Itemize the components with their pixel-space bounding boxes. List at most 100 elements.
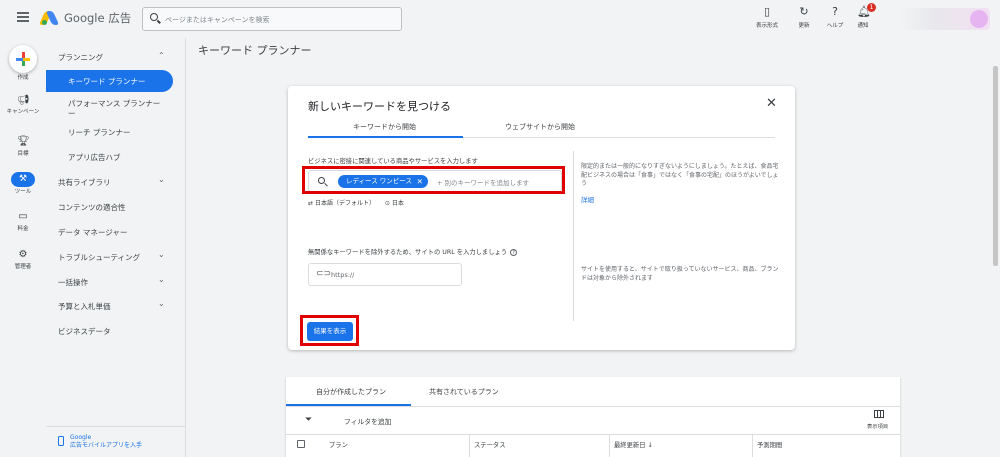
sidebar: プランニング ⌃ キーワード プランナー パフォーマンス プランナー ー リーチ… bbox=[46, 38, 186, 457]
create-button[interactable] bbox=[9, 45, 37, 73]
sidebar-item-troubleshooting[interactable]: トラブルシューティング bbox=[58, 252, 140, 263]
mobile-app-line2: 広告モバイルアプリを入手 bbox=[70, 442, 143, 449]
megaphone-icon[interactable]: 📢︎ bbox=[17, 95, 30, 107]
appearance-label: 表示形式 bbox=[755, 23, 778, 29]
notifications-button[interactable]: 🔔︎ 1 通知 bbox=[848, 3, 878, 29]
mobile-app-link[interactable]: Google 広告モバイルアプリを入手 bbox=[58, 434, 142, 450]
tab-start-with-keywords[interactable]: キーワードから開始 bbox=[353, 122, 416, 132]
sort-arrow-icon: ↓ bbox=[647, 442, 653, 449]
refresh-icon: ↻ bbox=[799, 5, 809, 18]
billing-icon[interactable]: ▭ bbox=[17, 211, 29, 223]
url-hint: サイトを使用すると、サイトで取り扱っていないサービス、商品、ブランドは対象から除… bbox=[581, 266, 779, 282]
tabs-divider bbox=[286, 406, 900, 407]
page-title: キーワード プランナー bbox=[198, 44, 312, 57]
chevron-down-icon[interactable]: ⌄ bbox=[158, 175, 165, 184]
help-label: ヘルプ bbox=[826, 23, 844, 29]
location-pin-icon: ⊙ bbox=[384, 200, 390, 207]
rail-item-campaigns[interactable]: キャンペーン bbox=[0, 109, 46, 116]
search-input[interactable]: ページまたはキャンペーンを検索 bbox=[142, 7, 402, 31]
help-icon[interactable]: ? bbox=[510, 249, 518, 256]
search-icon bbox=[150, 13, 158, 21]
sidebar-item-keyword-planner[interactable]: キーワード プランナー bbox=[46, 70, 173, 92]
close-icon[interactable]: ✕ bbox=[766, 96, 777, 111]
column-separator bbox=[752, 435, 753, 457]
location-selector[interactable]: 日本 bbox=[392, 200, 404, 207]
column-header-last-modified-label: 最終更新日 bbox=[614, 442, 646, 449]
account-switcher[interactable] bbox=[900, 8, 990, 30]
keyword-hint: 限定的または一般的になりすぎないようにしましょう。たとえば、食品宅配ビジネスの場… bbox=[581, 163, 779, 187]
products-field-label: ビジネスに密接に関連している商品やサービスを入力します bbox=[308, 158, 478, 165]
tab-shared-plans[interactable]: 共有されているプラン bbox=[429, 387, 499, 397]
url-field-label: 無関係なキーワードを除外するため、サイトの URL を入力しましょう? bbox=[308, 247, 518, 256]
column-header-status[interactable]: ステータス bbox=[474, 440, 505, 449]
sidebar-item-data-manager[interactable]: データ マネージャー bbox=[58, 227, 127, 238]
active-tab-indicator bbox=[308, 136, 463, 138]
trophy-icon[interactable]: 🏆︎ bbox=[17, 136, 30, 148]
new-keywords-dialog: 新しいキーワードを見つける ✕ キーワードから開始 ウェブサイトから開始 ビジネ… bbox=[288, 86, 795, 350]
column-header-plan[interactable]: プラン bbox=[329, 440, 348, 449]
link-icon: ⊂⊃ bbox=[316, 269, 332, 279]
sidebar-item-budgets-bidding[interactable]: 予算と入札単価 bbox=[58, 301, 111, 312]
tab-my-plans[interactable]: 自分が作成したプラン bbox=[316, 387, 386, 397]
column-header-forecast-period[interactable]: 予測期間 bbox=[757, 440, 782, 449]
refresh-button[interactable]: ↻ 更新 bbox=[789, 5, 819, 30]
sidebar-item-performance-planner[interactable]: パフォーマンス プランナー bbox=[68, 98, 160, 109]
google-ads-logo-icon bbox=[38, 11, 60, 25]
columns-button-label[interactable]: 表示項目 bbox=[867, 422, 888, 430]
phone-icon bbox=[58, 436, 64, 446]
notification-badge: 1 bbox=[867, 3, 876, 12]
dialog-divider bbox=[573, 151, 574, 321]
google-ads-logo[interactable]: Google 広告 bbox=[38, 10, 131, 26]
tab-start-with-website[interactable]: ウェブサイトから開始 bbox=[505, 122, 575, 132]
highlight-results-button bbox=[300, 315, 359, 346]
top-bar: Google 広告 ページまたはキャンペーンを検索 ▯ 表示形式 ↻ 更新 ? … bbox=[0, 0, 1000, 38]
refresh-label: 更新 bbox=[798, 23, 810, 29]
filter-icon[interactable]: ⏷ bbox=[305, 415, 312, 425]
scrollbar[interactable] bbox=[993, 66, 998, 266]
sidebar-item-shared-library[interactable]: 共有ライブラリ bbox=[58, 177, 111, 188]
left-rail: 作成 📢︎ キャンペーン 🏆︎ 目標 ⚒︎ ツール ▭ 料金 ⚙︎ 管理者 bbox=[0, 38, 46, 457]
chevron-down-icon[interactable]: ⌄ bbox=[158, 299, 165, 308]
sidebar-item-app-ad-hub[interactable]: アプリ広告ハブ bbox=[68, 152, 121, 163]
sidebar-footer-divider bbox=[46, 426, 186, 427]
details-link[interactable]: 詳細 bbox=[581, 194, 594, 204]
sidebar-item-label: キーワード プランナー bbox=[68, 77, 146, 86]
search-placeholder: ページまたはキャンペーンを検索 bbox=[165, 16, 270, 24]
add-filter-button[interactable]: フィルタを追加 bbox=[344, 416, 391, 426]
table-header-divider bbox=[286, 434, 900, 435]
sidebar-item-reach-planner[interactable]: リーチ プランナー bbox=[68, 127, 130, 138]
dialog-title: 新しいキーワードを見つける bbox=[308, 100, 451, 113]
chevron-down-icon[interactable]: ⌄ bbox=[158, 250, 165, 259]
appearance-icon: ▯ bbox=[763, 5, 771, 18]
plans-panel: 自分が作成したプラン 共有されているプラン ⏷ フィルタを追加 表示項目 プラン… bbox=[286, 377, 900, 457]
column-separator bbox=[609, 435, 610, 457]
menu-icon[interactable] bbox=[17, 12, 29, 22]
url-input[interactable]: ⊂⊃ https:// bbox=[308, 263, 462, 286]
sidebar-item-business-data[interactable]: ビジネスデータ bbox=[58, 326, 111, 337]
rail-item-billing[interactable]: 料金 bbox=[0, 226, 46, 233]
admin-gear-icon[interactable]: ⚙︎ bbox=[17, 249, 29, 261]
rail-item-tools[interactable]: ツール bbox=[0, 189, 46, 196]
rail-item-goals[interactable]: 目標 bbox=[0, 151, 46, 158]
tools-icon[interactable]: ⚒︎ bbox=[11, 172, 35, 187]
language-location-row: ⇄ 日本語（デフォルト） ⊙ 日本 bbox=[308, 198, 404, 207]
help-button[interactable]: ? ヘルプ bbox=[820, 5, 850, 30]
sidebar-item-content-suitability[interactable]: コンテンツの適合性 bbox=[58, 202, 126, 213]
highlight-keyword-box bbox=[302, 166, 565, 194]
appearance-button[interactable]: ▯ 表示形式 bbox=[752, 5, 782, 30]
sidebar-item-planning[interactable]: プランニング bbox=[58, 52, 103, 63]
mobile-app-line1: Google bbox=[70, 434, 92, 441]
translate-icon: ⇄ bbox=[308, 200, 314, 207]
rail-item-admin[interactable]: 管理者 bbox=[0, 264, 46, 271]
language-selector[interactable]: 日本語（デフォルト） bbox=[315, 200, 375, 207]
column-header-last-modified[interactable]: 最終更新日 ↓ bbox=[614, 440, 653, 449]
chevron-down-icon[interactable]: ⌄ bbox=[158, 275, 165, 284]
select-all-checkbox[interactable] bbox=[297, 440, 305, 448]
columns-icon[interactable] bbox=[874, 410, 884, 418]
dialog-tabs: キーワードから開始 ウェブサイトから開始 bbox=[308, 116, 775, 138]
help-icon: ? bbox=[832, 5, 838, 18]
notifications-label: 通知 bbox=[857, 23, 869, 29]
chevron-up-icon[interactable]: ⌃ bbox=[158, 51, 165, 60]
sidebar-item-bulk-actions[interactable]: 一括操作 bbox=[58, 277, 88, 288]
url-field-label-text: 無関係なキーワードを除外するため、サイトの URL を入力しましょう bbox=[308, 249, 508, 256]
